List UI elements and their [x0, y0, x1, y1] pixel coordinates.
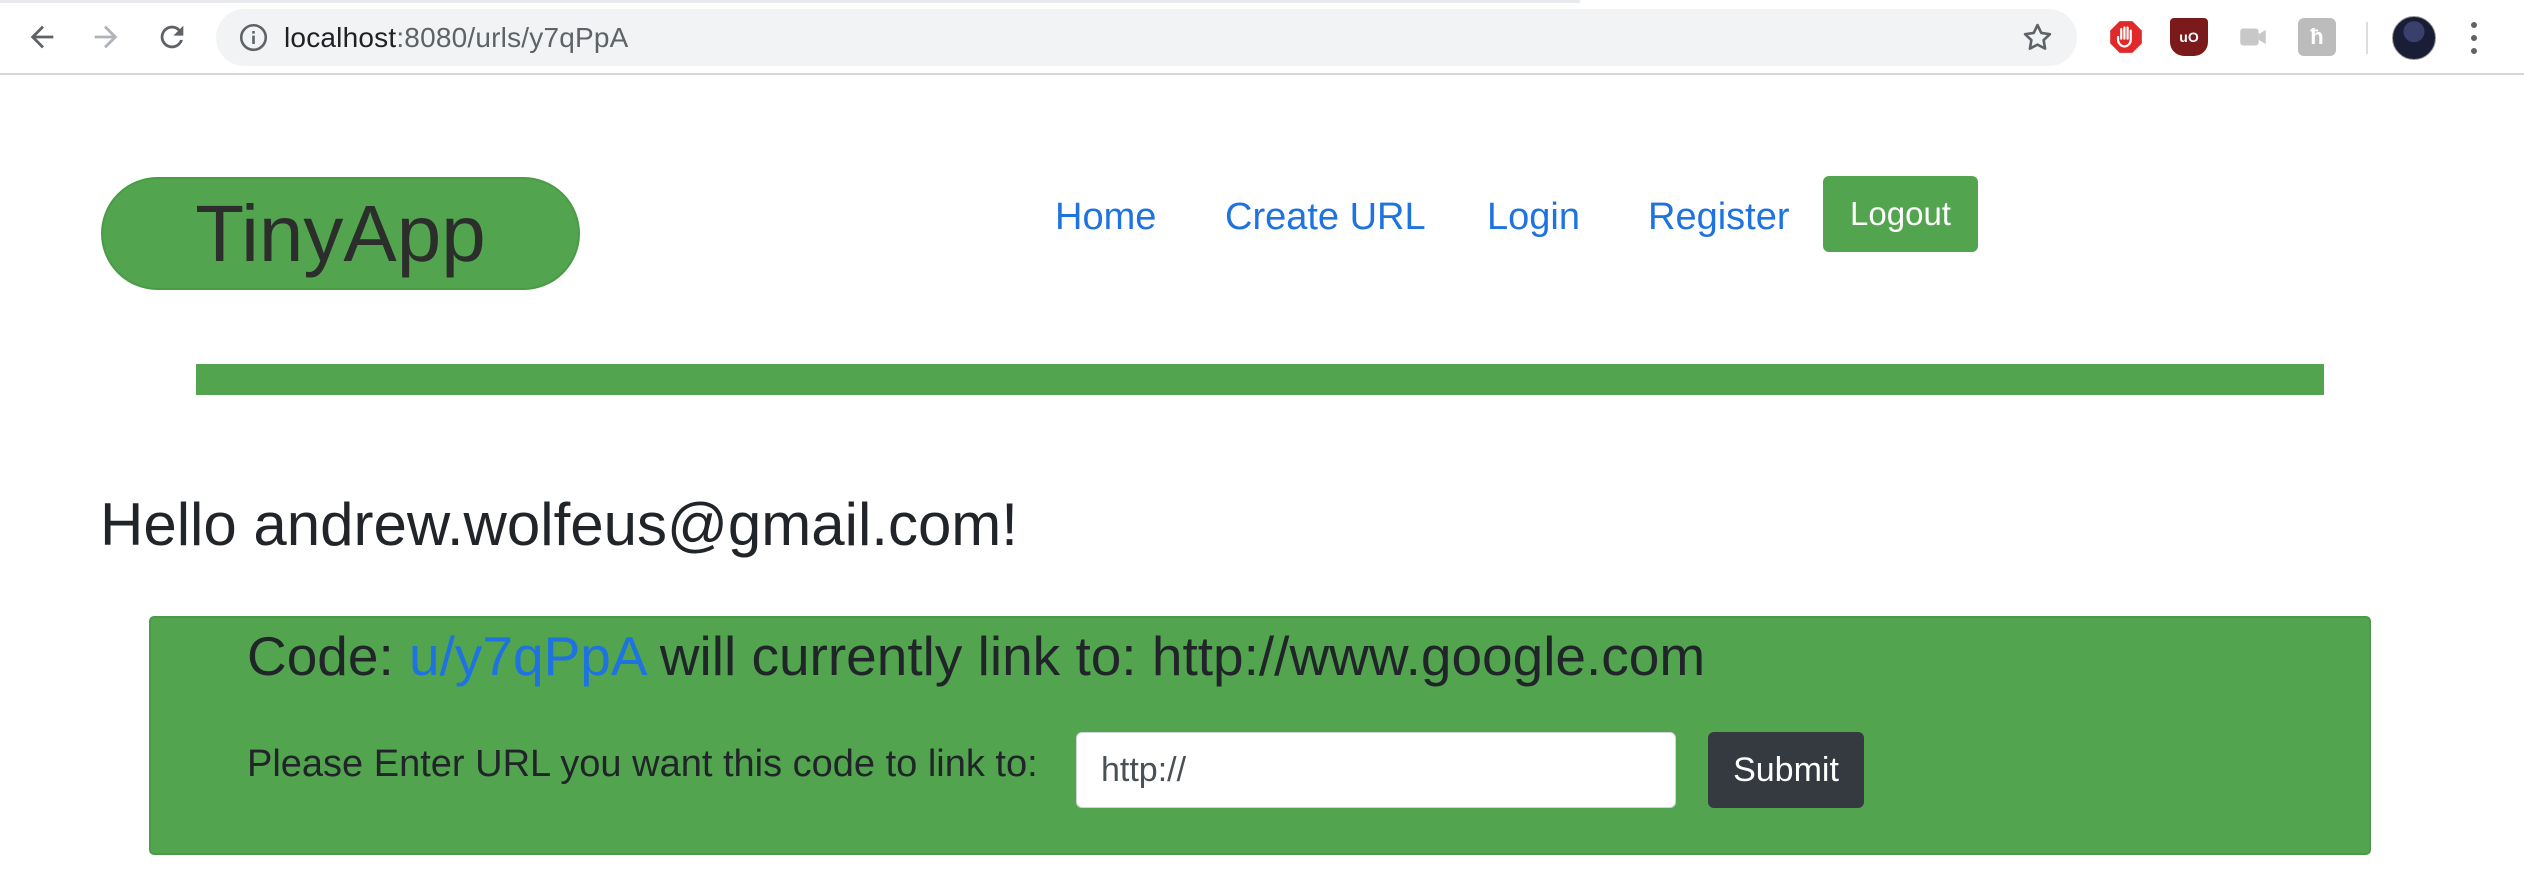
back-arrow-icon[interactable]	[19, 14, 65, 60]
nav-register-link[interactable]: Register	[1648, 196, 1790, 239]
browser-toolbar: localhost:8080/urls/y7qPpA uO ħ	[0, 0, 2524, 75]
new-url-label: Please Enter URL you want this code to l…	[247, 743, 1038, 785]
nav-home-link[interactable]: Home	[1055, 196, 1156, 239]
h-extension-icon[interactable]: ħ	[2298, 18, 2336, 56]
current-link-text: will currently link to: http://www.googl…	[644, 625, 1706, 687]
tab-strip-edge	[0, 0, 1580, 3]
info-icon[interactable]	[238, 22, 269, 53]
h-extension-label: ħ	[2310, 24, 2324, 49]
toolbar-separator	[2366, 22, 2368, 54]
nav-login-link[interactable]: Login	[1487, 196, 1580, 239]
ublock-label: uO	[2179, 29, 2199, 45]
url-text[interactable]: localhost:8080/urls/y7qPpA	[284, 9, 629, 66]
brand-logo-link[interactable]: TinyApp	[101, 177, 580, 290]
adblock-icon[interactable]	[2107, 18, 2145, 56]
reload-icon[interactable]	[149, 14, 195, 60]
code-prefix: Code:	[247, 625, 410, 687]
new-url-input[interactable]	[1076, 732, 1676, 808]
nav-create-url-link[interactable]: Create URL	[1225, 196, 1426, 239]
forward-arrow-icon[interactable]	[83, 14, 129, 60]
star-icon[interactable]	[2020, 20, 2055, 55]
header-divider-bar	[196, 364, 2324, 395]
ublock-icon[interactable]: uO	[2170, 18, 2208, 56]
submit-button[interactable]: Submit	[1708, 732, 1864, 808]
url-path: :8080/urls/y7qPpA	[396, 22, 629, 53]
short-code-link[interactable]: u/y7qPpA	[409, 625, 644, 687]
camera-extension-icon[interactable]	[2234, 18, 2272, 56]
logout-button[interactable]: Logout	[1823, 176, 1978, 252]
edit-url-panel: Code: u/y7qPpA will currently link to: h…	[149, 616, 2371, 855]
code-summary-heading: Code: u/y7qPpA will currently link to: h…	[247, 624, 1705, 688]
profile-avatar[interactable]	[2392, 16, 2436, 60]
greeting-heading: Hello andrew.wolfeus@gmail.com!	[100, 491, 1018, 558]
url-host: localhost	[284, 22, 397, 53]
address-bar[interactable]: localhost:8080/urls/y7qPpA	[216, 9, 2077, 66]
kebab-menu-icon[interactable]	[2462, 18, 2486, 58]
page-scrollbar[interactable]	[2518, 75, 2524, 886]
